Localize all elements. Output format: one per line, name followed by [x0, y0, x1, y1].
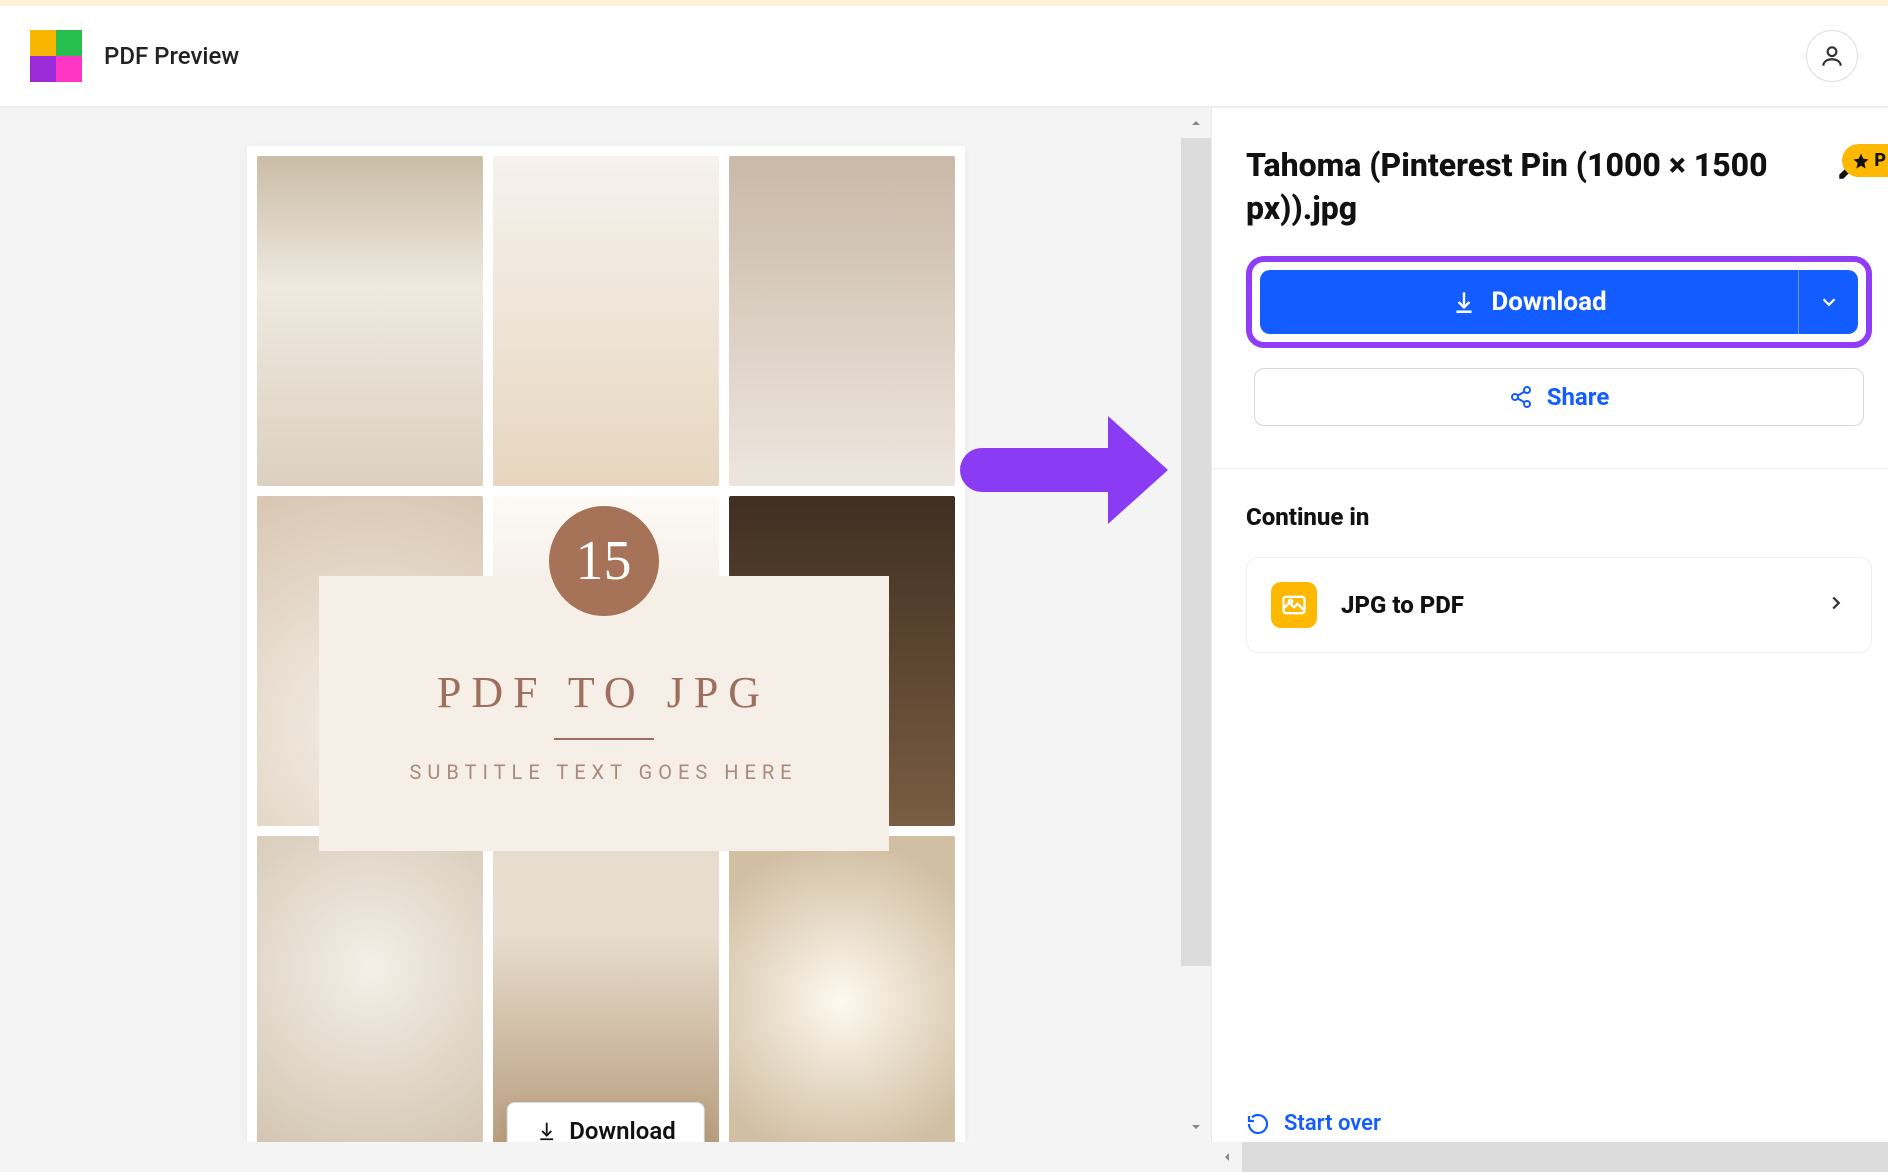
sidebar-divider — [1212, 468, 1888, 469]
main-area: 15 PDF TO JPG SUBTITLE TEXT GOES HERE Do… — [0, 108, 1888, 1142]
collage-tile — [493, 836, 719, 1142]
chevron-right-icon — [1825, 592, 1847, 614]
tool-name: JPG to PDF — [1341, 591, 1464, 619]
sidebar: Tahoma (Pinterest Pin (1000 × 1500 px)).… — [1212, 108, 1888, 1142]
download-options-toggle[interactable] — [1798, 270, 1858, 334]
chevron-down-icon — [1818, 291, 1840, 313]
preview-title: PDF TO JPG — [437, 667, 770, 718]
page-title: PDF Preview — [104, 42, 239, 70]
pro-badge[interactable]: P — [1842, 144, 1888, 177]
preview-vertical-scrollbar[interactable] — [1181, 108, 1211, 1142]
start-over-label: Start over — [1284, 1111, 1381, 1136]
preview-subtitle: SUBTITLE TEXT GOES HERE — [409, 760, 797, 784]
preview-download-button[interactable]: Download — [506, 1102, 705, 1142]
preview-overlay-card: 15 PDF TO JPG SUBTITLE TEXT GOES HERE — [319, 576, 889, 851]
scroll-up-icon — [1188, 115, 1204, 131]
share-icon — [1509, 385, 1533, 409]
collage-tile — [257, 156, 483, 486]
share-button-label: Share — [1547, 383, 1610, 411]
download-highlight: Download — [1246, 256, 1872, 348]
collage-tile — [729, 836, 955, 1142]
preview-divider — [554, 738, 654, 740]
start-over-button[interactable]: Start over — [1246, 1111, 1381, 1136]
download-icon — [1451, 289, 1477, 315]
pro-badge-label: P — [1874, 150, 1886, 171]
tool-card-jpg-to-pdf[interactable]: JPG to PDF — [1246, 557, 1872, 653]
app-logo[interactable] — [30, 30, 82, 82]
download-icon — [535, 1120, 557, 1142]
preview-pane: 15 PDF TO JPG SUBTITLE TEXT GOES HERE Do… — [0, 108, 1212, 1142]
star-icon — [1852, 152, 1870, 170]
collage-tile — [729, 156, 955, 486]
horizontal-scrollbar[interactable] — [0, 1142, 1888, 1172]
continue-in-label: Continue in — [1212, 503, 1888, 531]
preview-badge-number: 15 — [549, 506, 659, 616]
annotation-arrow — [960, 416, 1168, 524]
download-button[interactable]: Download — [1260, 270, 1858, 334]
restart-icon — [1246, 1112, 1270, 1136]
scroll-down-icon — [1188, 1119, 1204, 1135]
collage-tile — [257, 836, 483, 1142]
file-name: Tahoma (Pinterest Pin (1000 × 1500 px)).… — [1246, 144, 1826, 230]
download-button-label: Download — [1491, 287, 1606, 317]
user-icon — [1819, 43, 1845, 69]
document-preview[interactable]: 15 PDF TO JPG SUBTITLE TEXT GOES HERE Do… — [247, 146, 965, 1142]
image-file-icon — [1271, 582, 1317, 628]
collage-tile — [493, 156, 719, 486]
preview-download-label: Download — [569, 1117, 676, 1142]
scroll-left-icon — [1219, 1149, 1235, 1165]
account-button[interactable] — [1806, 30, 1858, 82]
share-button[interactable]: Share — [1254, 368, 1864, 426]
top-bar: PDF Preview — [0, 0, 1888, 108]
